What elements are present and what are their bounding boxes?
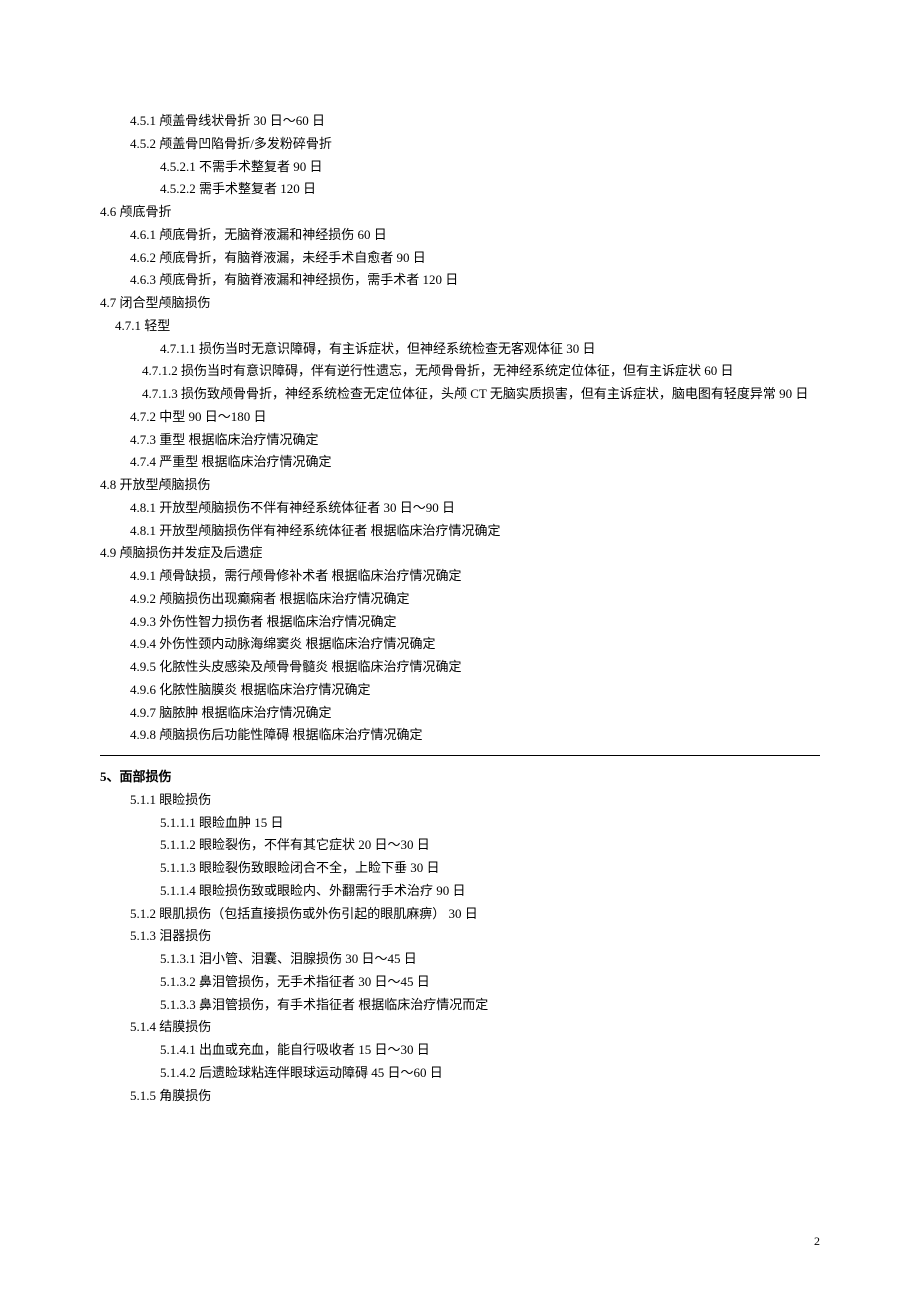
text-line: 5.1.3 泪器损伤 — [130, 925, 820, 948]
text-line: 5.1.2 眼肌损伤（包括直接损伤或外伤引起的眼肌麻痹） 30 日 — [130, 903, 820, 926]
text-line: 4.9.1 颅骨缺损，需行颅骨修补术者 根据临床治疗情况确定 — [130, 565, 820, 588]
text-line: 4.5.2 颅盖骨凹陷骨折/多发粉碎骨折 — [130, 133, 820, 156]
text-line: 5.1.3.2 鼻泪管损伤，无手术指征者 30 日～45 日 — [160, 971, 820, 994]
text-line: 4.5.2.2 需手术整复者 120 日 — [160, 178, 820, 201]
text-line: 5.1.4 结膜损伤 — [130, 1016, 820, 1039]
text-line: 4.7.2 中型 90 日～180 日 — [130, 406, 820, 429]
text-line: 4.9.8 颅脑损伤后功能性障碍 根据临床治疗情况确定 — [130, 724, 820, 747]
text-line: 4.5.1 颅盖骨线状骨折 30 日～60 日 — [130, 110, 820, 133]
document-page: 4.5.1 颅盖骨线状骨折 30 日～60 日4.5.2 颅盖骨凹陷骨折/多发粉… — [0, 0, 920, 1302]
section-divider — [100, 755, 820, 756]
page-number: 2 — [814, 1231, 820, 1252]
text-line: 4.6.2 颅底骨折，有脑脊液漏，未经手术自愈者 90 日 — [130, 247, 820, 270]
text-line: 4.8.1 开放型颅脑损伤伴有神经系统体征者 根据临床治疗情况确定 — [130, 520, 820, 543]
text-line: 5.1.4.1 出血或充血，能自行吸收者 15 日～30 日 — [160, 1039, 820, 1062]
section-heading-5: 5、面部损伤 — [100, 766, 820, 789]
text-line: 5.1.1.2 眼睑裂伤，不伴有其它症状 20 日～30 日 — [160, 834, 820, 857]
text-line: 4.7.1 轻型 — [115, 315, 820, 338]
text-line: 5.1.1.4 眼睑损伤致或眼睑内、外翻需行手术治疗 90 日 — [160, 880, 820, 903]
text-line: 4.9.7 脑脓肿 根据临床治疗情况确定 — [130, 702, 820, 725]
text-line: 5.1.3.1 泪小管、泪囊、泪腺损伤 30 日～45 日 — [160, 948, 820, 971]
text-line: 4.9.3 外伤性智力损伤者 根据临床治疗情况确定 — [130, 611, 820, 634]
text-line: 4.7.3 重型 根据临床治疗情况确定 — [130, 429, 820, 452]
text-line: 4.7.1.2 损伤当时有意识障碍，伴有逆行性遗忘，无颅骨骨折，无神经系统定位体… — [90, 360, 820, 383]
text-line: 4.8.1 开放型颅脑损伤不伴有神经系统体征者 30 日～90 日 — [130, 497, 820, 520]
text-line: 4.7.4 严重型 根据临床治疗情况确定 — [130, 451, 820, 474]
text-line: 4.9.2 颅脑损伤出现癫痫者 根据临床治疗情况确定 — [130, 588, 820, 611]
text-line: 4.7.1.1 损伤当时无意识障碍，有主诉症状，但神经系统检查无客观体征 30 … — [160, 338, 820, 361]
text-line: 4.9.6 化脓性脑膜炎 根据临床治疗情况确定 — [130, 679, 820, 702]
text-line: 4.7.1.3 损伤致颅骨骨折，神经系统检查无定位体征，头颅 CT 无脑实质损害… — [90, 383, 820, 406]
text-line: 5.1.1.1 眼睑血肿 15 日 — [160, 812, 820, 835]
text-line: 4.9 颅脑损伤并发症及后遗症 — [100, 542, 820, 565]
text-line: 4.5.2.1 不需手术整复者 90 日 — [160, 156, 820, 179]
text-line: 4.9.5 化脓性头皮感染及颅骨骨髓炎 根据临床治疗情况确定 — [130, 656, 820, 679]
text-line: 4.6.1 颅底骨折，无脑脊液漏和神经损伤 60 日 — [130, 224, 820, 247]
text-line: 4.9.4 外伤性颈内动脉海绵窦炎 根据临床治疗情况确定 — [130, 633, 820, 656]
text-line: 5.1.1.3 眼睑裂伤致眼睑闭合不全，上睑下垂 30 日 — [160, 857, 820, 880]
text-line: 4.6.3 颅底骨折，有脑脊液漏和神经损伤，需手术者 120 日 — [130, 269, 820, 292]
text-line: 5.1.3.3 鼻泪管损伤，有手术指征者 根据临床治疗情况而定 — [160, 994, 820, 1017]
text-line: 5.1.4.2 后遗睑球粘连伴眼球运动障碍 45 日～60 日 — [160, 1062, 820, 1085]
text-line: 4.8 开放型颅脑损伤 — [100, 474, 820, 497]
text-line: 5.1.1 眼睑损伤 — [130, 789, 820, 812]
text-line: 4.7 闭合型颅脑损伤 — [100, 292, 820, 315]
text-line: 4.6 颅底骨折 — [100, 201, 820, 224]
text-line: 5.1.5 角膜损伤 — [130, 1085, 820, 1108]
